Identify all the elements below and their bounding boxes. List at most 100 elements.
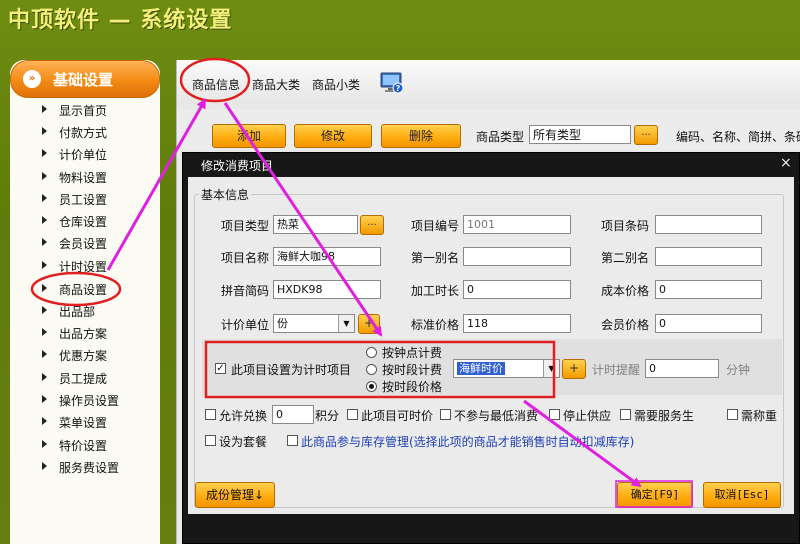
- type-picker-button[interactable]: ...: [634, 125, 658, 145]
- process-time-input[interactable]: 0: [463, 280, 571, 299]
- inventory-checkbox[interactable]: [287, 435, 298, 446]
- pinyin-label: 拼音简码: [221, 284, 270, 298]
- stop-supply-checkbox[interactable]: [549, 409, 560, 420]
- timing-checkbox[interactable]: ✓: [215, 363, 226, 374]
- search-hint: 编码、名称、简拼、条码: [676, 130, 800, 144]
- item-name-input[interactable]: 海鲜大咖98: [273, 247, 381, 266]
- alias2-input[interactable]: [655, 247, 762, 266]
- no-min-consume-checkbox[interactable]: [440, 409, 451, 420]
- group-title: 基本信息: [199, 186, 252, 203]
- sidebar-item-payment[interactable]: 付款方式: [10, 122, 160, 142]
- radio-by-period-price-label: 按时段价格: [382, 380, 443, 394]
- sidebar-item-staff[interactable]: 员工设置: [10, 189, 160, 209]
- triangle-right-icon: [42, 172, 47, 180]
- radio-by-clock[interactable]: [366, 347, 377, 358]
- dialog-titlebar: 修改消费项目 ×: [183, 153, 799, 175]
- reminder-input[interactable]: 0: [645, 359, 719, 378]
- delete-button[interactable]: 删除: [381, 124, 461, 148]
- cost-price-label: 成本价格: [601, 284, 650, 298]
- cost-price-input[interactable]: 0: [655, 280, 762, 299]
- sidebar-item-label: 员工提成: [59, 372, 108, 386]
- stop-supply-label: 停止供应: [563, 409, 612, 423]
- barcode-input[interactable]: [655, 215, 762, 234]
- tab-goods-info[interactable]: 商品信息: [192, 76, 240, 93]
- sidebar-header[interactable]: » 基础设置: [10, 60, 160, 98]
- sidebar-item-label: 仓库设置: [59, 215, 108, 229]
- monitor-help-icon[interactable]: ?: [380, 72, 404, 94]
- member-price-input[interactable]: 0: [655, 314, 762, 333]
- edit-item-dialog: 修改消费项目 × 基本信息 项目类型 热菜 ... 项目编号 1001 项目条码…: [182, 152, 800, 544]
- tab-goods-subcategory[interactable]: 商品小类: [312, 76, 360, 93]
- tab-goods-category[interactable]: 商品大类: [252, 76, 300, 93]
- radio-by-period[interactable]: [366, 364, 377, 375]
- allow-exchange-label: 允许兑换: [219, 409, 268, 423]
- sidebar-item-service-fee[interactable]: 服务费设置: [10, 457, 160, 477]
- need-waiter-checkbox[interactable]: [620, 409, 631, 420]
- edit-button[interactable]: 修改: [294, 124, 372, 148]
- sidebar-item-label: 计时设置: [59, 260, 108, 274]
- dialog-title: 修改消费项目: [201, 159, 274, 173]
- sidebar-item-operator[interactable]: 操作员设置: [10, 390, 160, 410]
- period-add-button[interactable]: +: [562, 359, 586, 379]
- sidebar-item-home[interactable]: 显示首页: [10, 100, 160, 120]
- sidebar-item-output-dept[interactable]: 出品部: [10, 301, 160, 321]
- pinyin-input[interactable]: HXDK98: [273, 280, 381, 299]
- set-combo-checkbox[interactable]: [205, 435, 216, 446]
- triangle-right-icon: [42, 284, 47, 292]
- chevron-down-icon[interactable]: ▼: [338, 315, 354, 332]
- need-waiter-label: 需要服务生: [634, 409, 695, 423]
- allow-exchange-checkbox[interactable]: [205, 409, 216, 420]
- ok-button[interactable]: 确定[F9]: [617, 482, 693, 508]
- minutes-label: 分钟: [726, 363, 751, 377]
- item-type-input[interactable]: 热菜: [273, 215, 358, 234]
- triangle-right-icon: [42, 216, 47, 224]
- sidebar-item-commission[interactable]: 员工提成: [10, 368, 160, 388]
- tab-bar: 商品信息 商品大类 商品小类 ?: [177, 60, 800, 104]
- time-price-label: 此项目可时价: [361, 409, 434, 423]
- sidebar-item-special-price[interactable]: 特价设置: [10, 435, 160, 455]
- sidebar-item-menu[interactable]: 菜单设置: [10, 412, 160, 432]
- item-code-input[interactable]: 1001: [463, 215, 571, 234]
- sidebar-item-timing[interactable]: 计时设置: [10, 256, 160, 276]
- cancel-button[interactable]: 取消[Esc]: [703, 482, 781, 508]
- sidebar-item-member[interactable]: 会员设置: [10, 233, 160, 253]
- triangle-right-icon: [42, 238, 47, 246]
- triangle-right-icon: [42, 440, 47, 448]
- triangle-right-icon: [42, 306, 47, 314]
- add-button[interactable]: 添加: [212, 124, 286, 148]
- sidebar-item-material[interactable]: 物料设置: [10, 167, 160, 187]
- std-price-input[interactable]: 118: [463, 314, 571, 333]
- unit-add-button[interactable]: +: [358, 314, 380, 334]
- close-icon[interactable]: ×: [780, 155, 792, 171]
- type-select[interactable]: 所有类型: [529, 125, 631, 144]
- sidebar-item-label: 物料设置: [59, 171, 108, 185]
- no-min-consume-label: 不参与最低消费: [454, 409, 539, 423]
- sidebar-item-warehouse[interactable]: 仓库设置: [10, 211, 160, 231]
- item-type-picker-button[interactable]: ...: [360, 215, 384, 235]
- item-type-label: 项目类型: [221, 219, 270, 233]
- sidebar-item-label: 服务费设置: [59, 461, 120, 475]
- radio-by-period-price[interactable]: [366, 381, 377, 392]
- sidebar-item-discount[interactable]: 优惠方案: [10, 345, 160, 365]
- sidebar-item-goods[interactable]: 商品设置: [10, 279, 160, 299]
- unit-select[interactable]: 份 ▼: [273, 314, 355, 333]
- triangle-right-icon: [42, 127, 47, 135]
- need-weigh-checkbox[interactable]: [727, 409, 738, 420]
- item-code-label: 项目编号: [411, 219, 460, 233]
- sidebar-item-label: 计价单位: [59, 148, 108, 162]
- sidebar-item-unit[interactable]: 计价单位: [10, 144, 160, 164]
- sidebar-item-output-plan[interactable]: 出品方案: [10, 323, 160, 343]
- svg-text:?: ?: [396, 84, 401, 93]
- period-select[interactable]: 海鲜时价 ▼: [453, 359, 560, 378]
- sidebar-item-label: 优惠方案: [59, 349, 108, 363]
- reminder-label: 计时提醒: [592, 363, 641, 377]
- composition-button[interactable]: 成份管理↓: [195, 482, 275, 508]
- std-price-label: 标准价格: [411, 318, 460, 332]
- time-price-checkbox[interactable]: [347, 409, 358, 420]
- chevron-down-icon[interactable]: ▼: [543, 360, 559, 377]
- points-label: 积分: [315, 409, 340, 423]
- alias1-input[interactable]: [463, 247, 571, 266]
- triangle-right-icon: [42, 350, 47, 358]
- inventory-label: 此商品参与库存管理(选择此项的商品才能销售时自动扣减库存): [301, 435, 635, 449]
- exchange-points-input[interactable]: 0: [272, 405, 314, 424]
